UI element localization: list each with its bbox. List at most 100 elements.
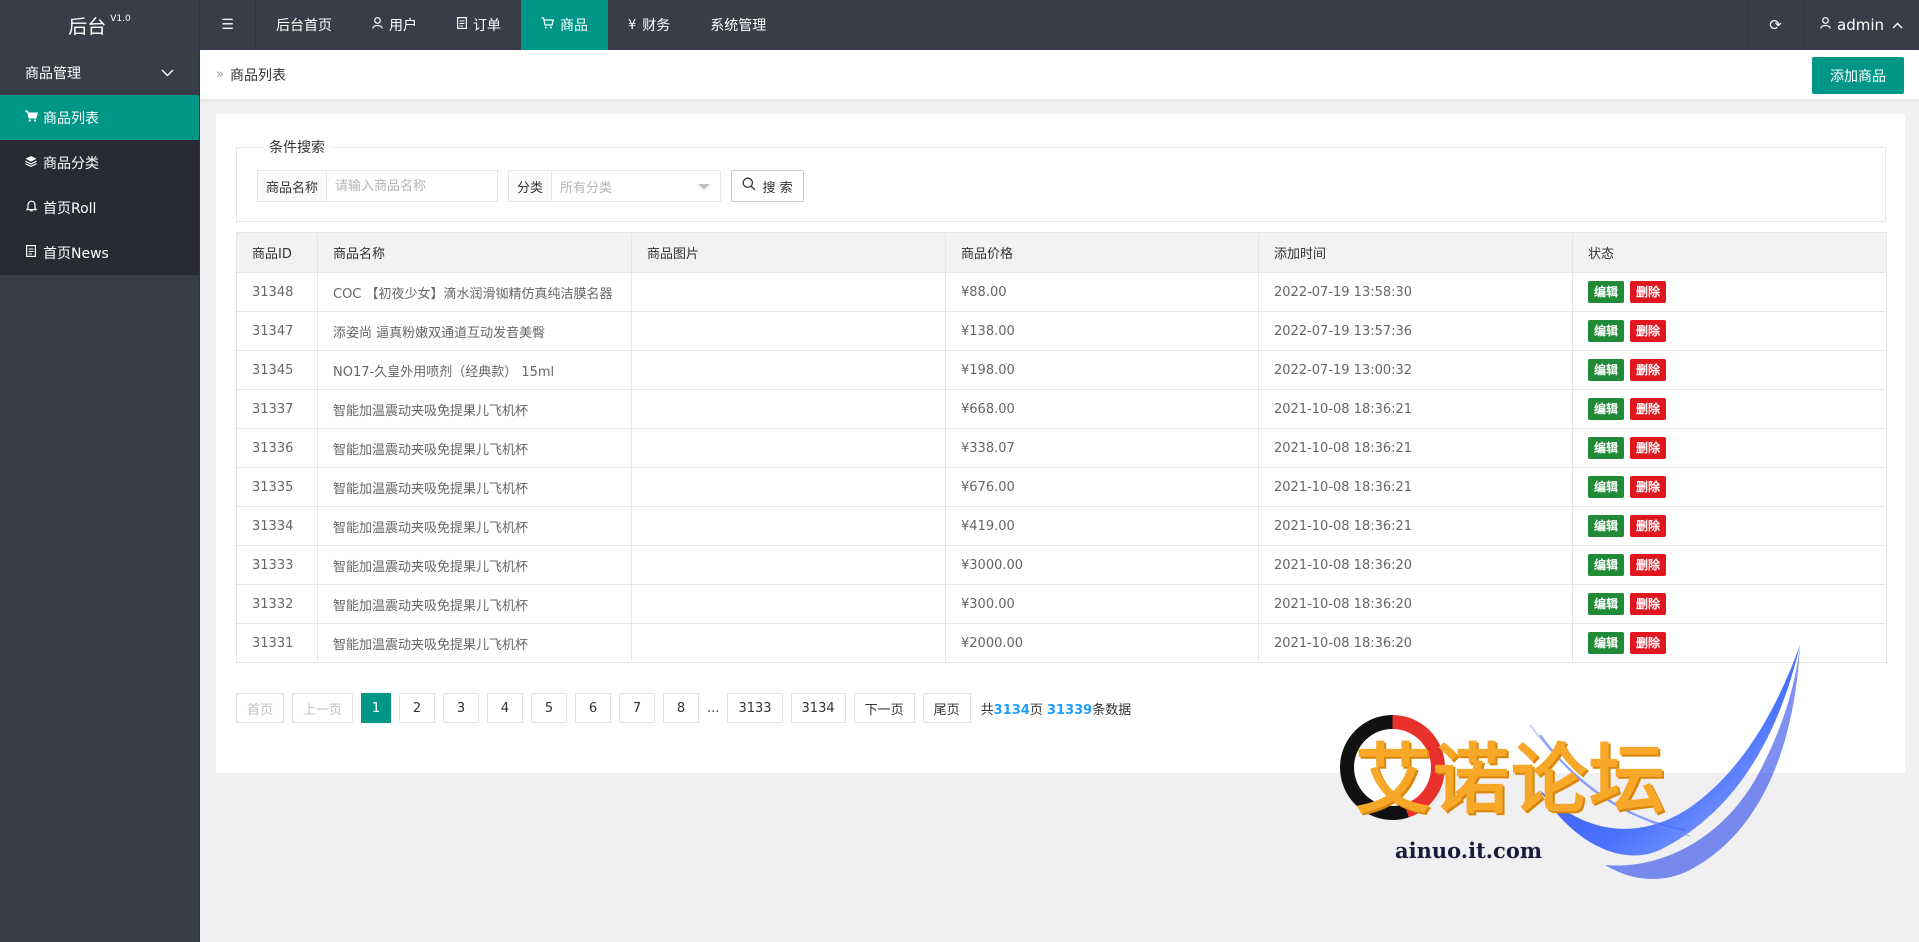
page-button-7[interactable]: 7 [619,693,656,723]
menu-toggle-icon: ☰ [221,17,234,33]
page-info: 共3134页 31339条数据 [981,699,1132,718]
table-body: 31348 COC 【初夜少女】滴水润滑铷精仿真纯洁膜名器 ¥88.00 2022-0… [236,272,1887,663]
sidebar-group-product-management[interactable]: 商品管理 [0,50,199,95]
sidebar-item-home-roll[interactable]: 首页Roll [0,185,199,230]
page-info-total-pages: 3134 [993,702,1030,718]
app-title: 后台 [68,15,107,38]
page-first-button[interactable]: 首页 [236,693,285,723]
refresh-button[interactable]: ⟳ [1747,0,1803,50]
page-button-1[interactable]: 1 [361,693,392,723]
delete-button[interactable]: 删除 [1630,359,1667,381]
search-icon [742,177,756,195]
cell-name: 智能加温震动夹吸免提果儿飞机杯 [317,389,632,429]
edit-button[interactable]: 编辑 [1588,281,1625,303]
page-button-6[interactable]: 6 [575,693,612,723]
page-button-2[interactable]: 2 [399,693,436,723]
cell-id: 31334 [236,506,318,546]
app-logo[interactable]: 后台 V1.0 [0,0,200,50]
nav-orders-label: 订单 [473,18,501,34]
category-label: 分类 [509,171,553,201]
table-header-row: 商品ID 商品名称 商品图片 商品价格 添加时间 状态 [236,232,1887,273]
page-prev-button[interactable]: 上一页 [292,693,354,723]
nav-users[interactable]: 用户 [352,0,437,50]
category-group: 分类 所有分类 [508,170,722,202]
user-menu[interactable]: admin [1803,0,1919,50]
nav-products[interactable]: 商品 [521,0,608,50]
delete-button[interactable]: 删除 [1630,398,1667,420]
cell-price: ¥88.00 [945,272,1259,312]
watermark: 艾诺论坛 ainuo.it.com [1335,640,1825,900]
product-table: 商品ID 商品名称 商品图片 商品价格 添加时间 状态 31348 COC 【初夜… [236,232,1887,663]
delete-button[interactable]: 删除 [1630,554,1667,576]
cell-price: ¥419.00 [945,506,1259,546]
edit-button[interactable]: 编辑 [1588,320,1625,342]
cell-price: ¥138.00 [945,311,1259,351]
page-button-3134[interactable]: 3134 [790,693,846,723]
cell-id: 31333 [236,545,318,585]
nav-finance[interactable]: ¥ 财务 [608,0,690,50]
page-button-8[interactable]: 8 [663,693,700,723]
search-button-label: 搜 索 [762,180,793,196]
delete-button[interactable]: 删除 [1630,476,1667,498]
cell-name: 智能加温震动夹吸免提果儿飞机杯 [317,506,632,546]
page-button-3[interactable]: 3 [443,693,480,723]
cell-time: 2022-07-19 13:58:30 [1258,272,1573,312]
cell-image [631,584,946,624]
delete-button[interactable]: 删除 [1630,437,1667,459]
page-next-button[interactable]: 下一页 [853,693,915,723]
product-name-input[interactable] [327,171,498,201]
col-header-time: 添加时间 [1258,232,1573,273]
sidebar-item-product-list[interactable]: 商品列表 [0,95,199,140]
sidebar-item-home-news[interactable]: 首页News [0,230,199,275]
delete-button[interactable]: 删除 [1630,515,1667,537]
edit-button[interactable]: 编辑 [1588,515,1625,537]
user-icon [372,17,383,33]
page-button-5[interactable]: 5 [531,693,568,723]
cell-status: 编辑 删除 [1572,584,1887,624]
cell-status: 编辑 删除 [1572,311,1887,351]
chevron-down-icon [161,66,174,80]
cell-id: 31347 [236,311,318,351]
page-button-3133[interactable]: 3133 [727,693,783,723]
cell-status: 编辑 删除 [1572,389,1887,429]
delete-button[interactable]: 删除 [1630,320,1667,342]
user-icon [1820,17,1831,33]
edit-button[interactable]: 编辑 [1588,593,1625,615]
search-button[interactable]: 搜 索 [731,170,805,202]
page-info-suffix: 条数据 [1092,702,1132,718]
edit-button[interactable]: 编辑 [1588,554,1625,576]
layers-icon [25,155,37,170]
search-fieldset: 条件搜索 商品名称 分类 所有分类 搜 索 [236,139,1886,222]
user-name: admin [1837,16,1884,34]
page-button-4[interactable]: 4 [487,693,524,723]
edit-button[interactable]: 编辑 [1588,476,1625,498]
document-icon [25,245,37,260]
sidebar-item-label: 首页Roll [43,200,97,217]
page-info-prefix: 共 [980,702,994,718]
delete-button[interactable]: 删除 [1630,593,1667,615]
sidebar-item-product-category[interactable]: 商品分类 [0,140,199,185]
nav-orders[interactable]: 订单 [437,0,521,50]
table-row: 31334 智能加温震动夹吸免提果儿飞机杯 ¥419.00 2021-10-08 18… [236,506,1887,546]
breadcrumb: » 商品列表 添加商品 [200,50,1919,100]
menu-toggle-button[interactable]: ☰ [200,0,256,50]
header-right: ⟳ admin [1747,0,1919,50]
cell-time: 2021-10-08 18:36:21 [1258,467,1573,507]
cell-image [631,428,946,468]
chevron-up-icon [1892,19,1903,32]
cell-status: 编辑 删除 [1572,272,1887,312]
cell-name: 智能加温震动夹吸免提果儿飞机杯 [317,623,632,663]
document-icon [457,17,468,33]
page-last-button[interactable]: 尾页 [922,693,971,723]
edit-button[interactable]: 编辑 [1588,437,1625,459]
edit-button[interactable]: 编辑 [1588,359,1625,381]
category-select[interactable]: 所有分类 [552,171,720,201]
cell-time: 2021-10-08 18:36:20 [1258,545,1573,585]
add-product-button[interactable]: 添加商品 [1812,57,1904,94]
nav-home[interactable]: 后台首页 [256,0,352,50]
col-header-id: 商品ID [236,232,318,273]
delete-button[interactable]: 删除 [1630,281,1667,303]
cell-time: 2022-07-19 13:00:32 [1258,350,1573,390]
edit-button[interactable]: 编辑 [1588,398,1625,420]
nav-system[interactable]: 系统管理 [690,0,786,50]
